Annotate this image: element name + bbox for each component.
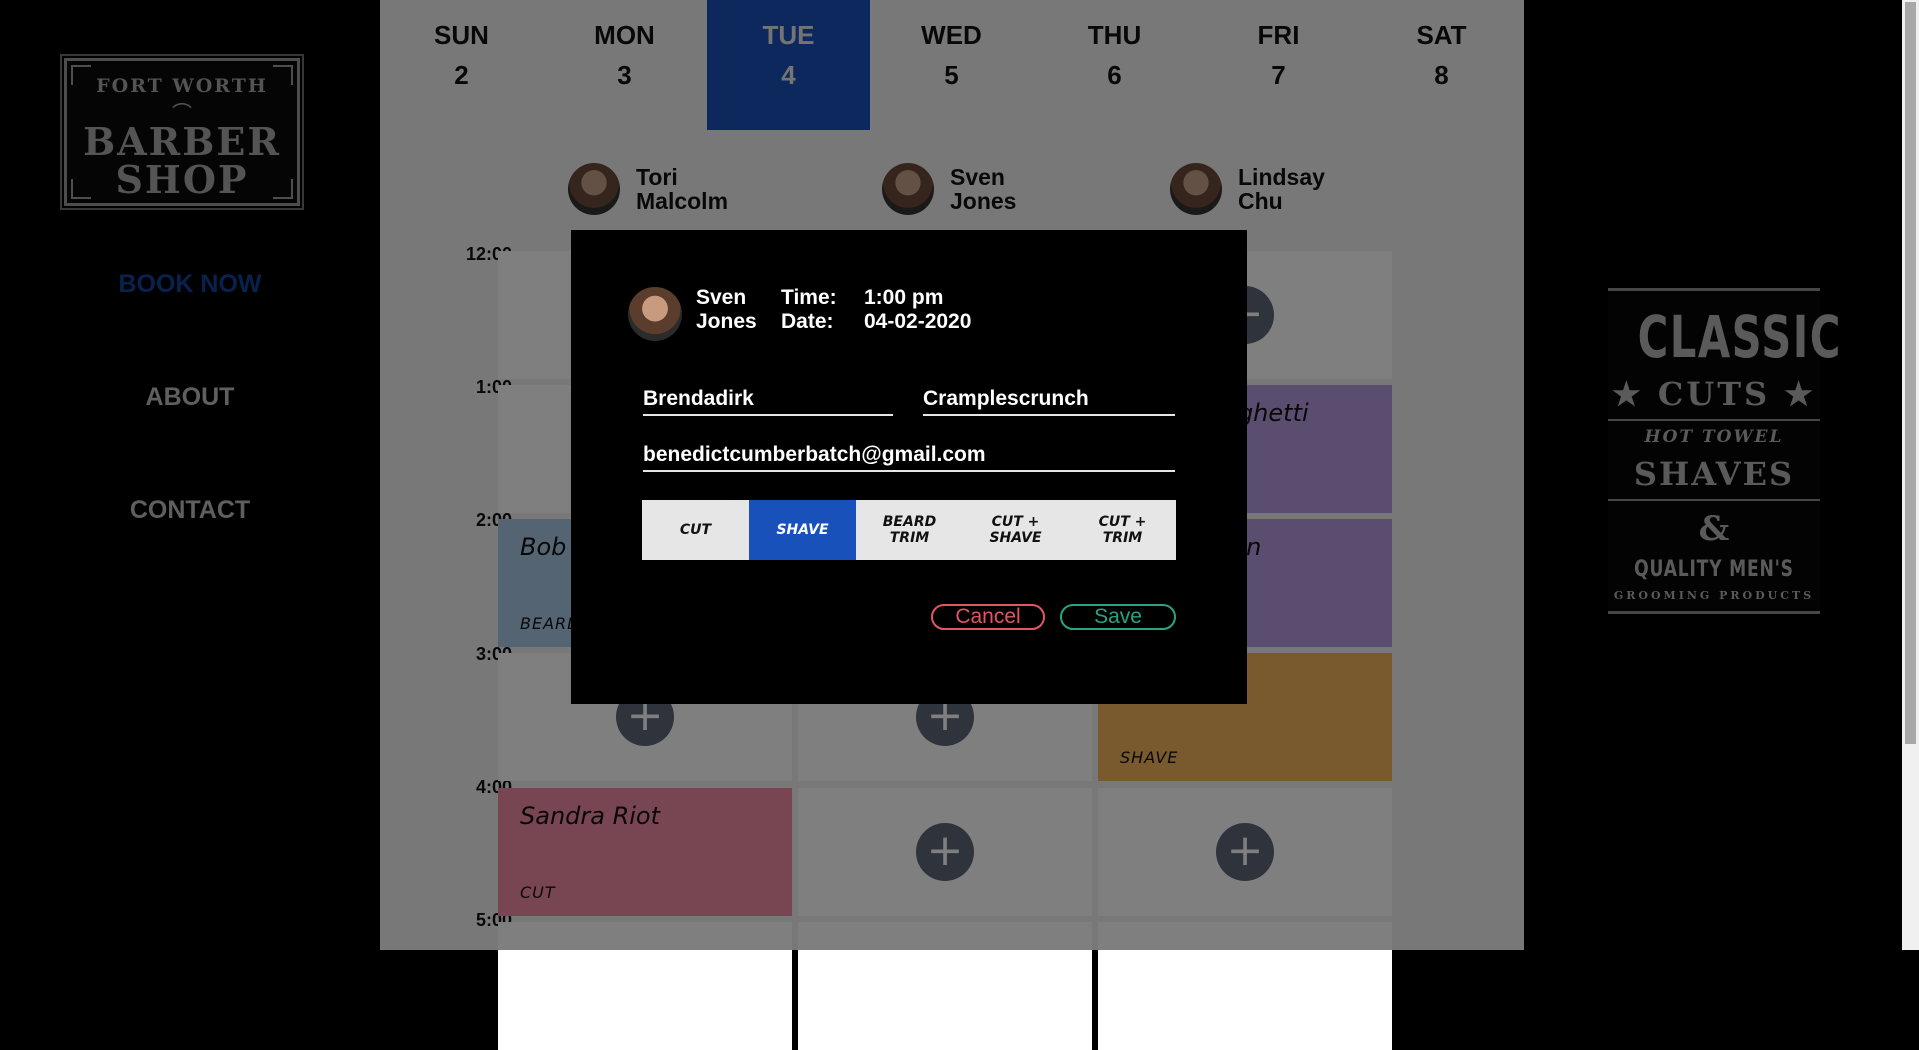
time-label: Time: (781, 286, 837, 309)
service-cut-shave-button[interactable]: CUT + SHAVE (962, 500, 1069, 560)
service-cut-button[interactable]: CUT (642, 500, 749, 560)
page-scrollbar[interactable] (1902, 0, 1919, 950)
modal-barber-name: Sven Jones (696, 286, 757, 333)
last-name-field[interactable] (923, 384, 1175, 416)
avatar (628, 287, 682, 341)
date-value: 04-02-2020 (864, 310, 972, 333)
time-value: 1:00 pm (864, 286, 944, 309)
cancel-button[interactable]: Cancel (931, 604, 1045, 630)
save-button[interactable]: Save (1060, 604, 1176, 630)
service-cut-trim-button[interactable]: CUT + TRIM (1069, 500, 1176, 560)
date-label: Date: (781, 310, 834, 333)
service-beard-trim-button[interactable]: BEARD TRIM (856, 500, 963, 560)
booking-modal: Sven Jones Time: 1:00 pm Date: 04-02-202… (571, 230, 1247, 704)
first-name-field[interactable] (643, 384, 893, 416)
service-shave-button[interactable]: SHAVE (749, 500, 856, 560)
service-selector: CUT SHAVE BEARD TRIM CUT + SHAVE CUT + T… (642, 500, 1176, 560)
scrollbar-thumb[interactable] (1905, 2, 1916, 744)
email-field[interactable] (643, 440, 1175, 472)
